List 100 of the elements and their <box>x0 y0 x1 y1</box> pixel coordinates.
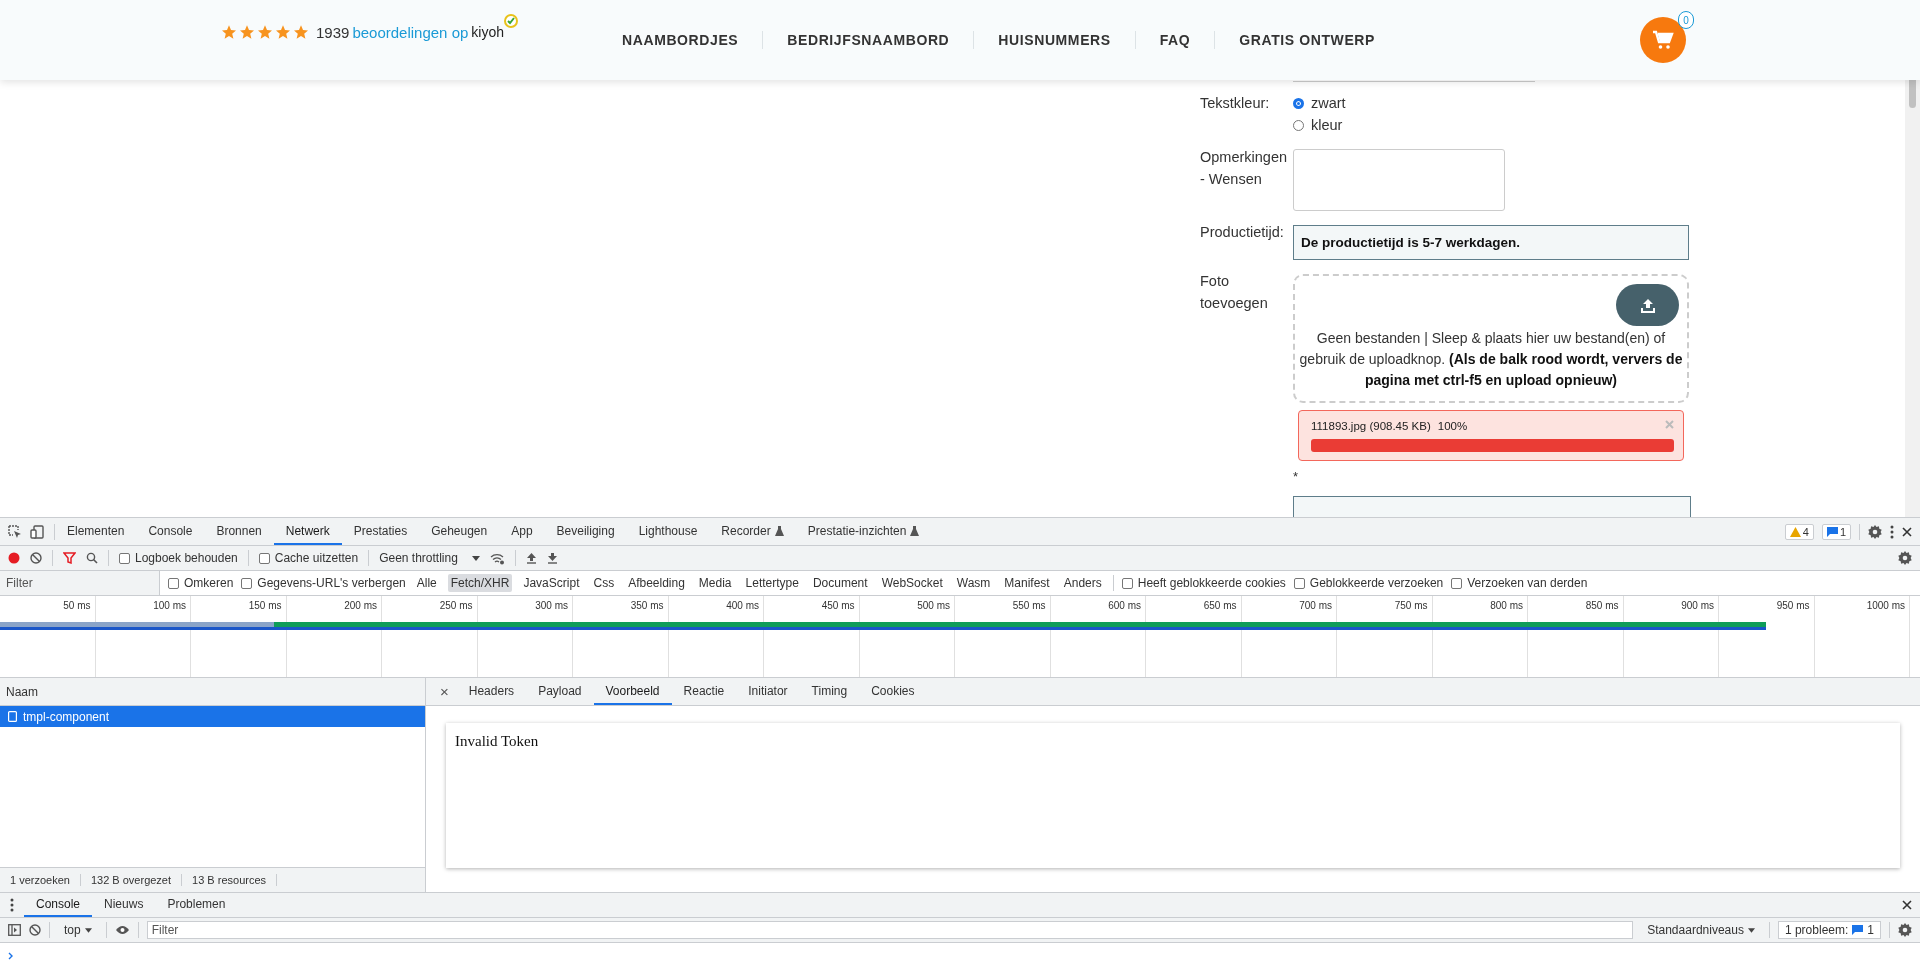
devtools-tab[interactable]: Bronnen <box>204 518 274 545</box>
settings-icon[interactable] <box>1898 923 1912 937</box>
wifi-gear-icon[interactable] <box>489 551 505 565</box>
type-filter-chip[interactable]: Media <box>695 574 735 592</box>
type-filter-chip[interactable]: Document <box>809 574 871 592</box>
checkbox[interactable] <box>1451 577 1463 589</box>
devtools-tab[interactable]: Lighthouse <box>626 518 710 545</box>
nav-link[interactable]: BEDRIJFSNAAMBORD <box>762 31 974 49</box>
devtools-tab[interactable]: Beveiliging <box>544 518 627 545</box>
file-icon <box>8 711 17 722</box>
type-filter-chip[interactable]: WebSocket <box>878 574 946 592</box>
search-icon[interactable] <box>86 552 98 564</box>
checkbox[interactable] <box>241 577 253 589</box>
detail-tab[interactable]: Cookies <box>859 678 927 705</box>
type-filter-chip[interactable]: Anders <box>1060 574 1105 592</box>
radio-button[interactable] <box>1293 119 1304 131</box>
eye-icon[interactable] <box>114 925 130 935</box>
type-filter-chip[interactable]: Afbeelding <box>625 574 688 592</box>
record-icon[interactable] <box>8 552 20 564</box>
scrollbar-thumb[interactable] <box>1909 80 1916 108</box>
type-filter-chip[interactable]: JavaScript <box>520 574 583 592</box>
drawer-tab[interactable]: Nieuws <box>92 893 156 917</box>
close-icon[interactable] <box>1902 526 1912 537</box>
upload-button[interactable] <box>1616 284 1679 326</box>
nav-link[interactable]: HUISNUMMERS <box>973 31 1135 49</box>
filter-icon[interactable] <box>63 552 76 564</box>
timeline-tick-label: 900 ms <box>1681 600 1714 611</box>
messages-counter[interactable]: 1 <box>1821 523 1851 540</box>
settings-icon[interactable] <box>1898 551 1912 565</box>
clear-icon[interactable] <box>29 924 41 936</box>
checkbox-label: Omkeren <box>184 576 234 590</box>
detail-tab[interactable]: Voorbeeld <box>593 678 672 705</box>
type-filter-chip[interactable]: Css <box>590 574 618 592</box>
checkbox[interactable] <box>1293 577 1305 589</box>
message-icon <box>1826 526 1838 537</box>
download-icon[interactable] <box>546 552 558 564</box>
checkbox[interactable] <box>1121 577 1133 589</box>
throttling-select[interactable]: Geen throttling <box>379 551 480 565</box>
type-filter-chip[interactable]: Manifest <box>1001 574 1053 592</box>
star-icon <box>239 24 255 40</box>
upload-dropzone[interactable]: Geen bestanden | Sleep & plaats hier uw bestand(en) of gebruik de uploadknop. (Als de balk rood wordt, ververs de pagina met ctrl-f5 en upload opnieuw) <box>1293 274 1689 403</box>
filter-input[interactable]: Filter <box>0 571 160 595</box>
star-icon <box>275 24 291 40</box>
status-text: 132 B overgezet <box>80 874 183 886</box>
nav-link[interactable]: NAAMBORDJES <box>598 31 763 49</box>
console-filter-input[interactable]: Filter <box>146 921 1634 939</box>
detail-tab[interactable]: Timing <box>799 678 860 705</box>
detail-tab[interactable]: Payload <box>526 678 594 705</box>
devtools-tab[interactable]: App <box>499 518 545 545</box>
timeline-tick-label: 350 ms <box>630 600 664 611</box>
warnings-counter[interactable]: 4 <box>1784 523 1814 540</box>
timeline-tick-label: 50 ms <box>63 600 91 611</box>
settings-icon[interactable] <box>1868 524 1882 539</box>
close-icon[interactable] <box>1902 900 1912 910</box>
detail-tab[interactable]: Headers <box>456 678 527 705</box>
devtools-tab[interactable]: Geheugen <box>419 518 500 545</box>
radio-button[interactable] <box>1293 97 1304 109</box>
detail-tab[interactable]: Reactie <box>671 678 737 705</box>
sidebar-toggle-icon[interactable] <box>8 924 21 936</box>
devtools-tab[interactable]: Prestaties <box>341 518 420 545</box>
levels-select[interactable]: Standaardniveaus <box>1641 923 1761 937</box>
context-select[interactable]: top <box>58 923 98 937</box>
star-icon <box>257 24 273 40</box>
timeline-tick-label: 750 ms <box>1394 600 1428 611</box>
type-filter-chip[interactable]: Alle <box>413 574 440 592</box>
checkbox[interactable] <box>168 577 179 589</box>
close-panel-button[interactable]: × <box>432 683 457 700</box>
devtools-tab[interactable]: Console <box>136 518 205 545</box>
star-icon <box>293 24 309 40</box>
nav-link[interactable]: FAQ <box>1134 31 1215 49</box>
devtools-tab[interactable]: Elementen <box>55 518 137 545</box>
more-options-icon[interactable] <box>1890 524 1894 539</box>
upload-icon <box>1639 297 1656 313</box>
radio-label: kleur <box>1311 117 1343 133</box>
timeline-tick-label: 950 ms <box>1776 600 1810 611</box>
timeline-tick-label: 550 ms <box>1012 600 1046 611</box>
inspect-icon[interactable] <box>8 524 22 539</box>
timeline-tick-label: 150 ms <box>248 600 282 611</box>
type-filter-chip[interactable]: Fetch/XHR <box>447 574 513 592</box>
timeline-tick-label: 700 ms <box>1299 600 1332 611</box>
device-toolbar-icon[interactable] <box>30 524 44 539</box>
more-options-icon[interactable] <box>10 898 14 912</box>
upload-icon[interactable] <box>525 552 537 564</box>
type-filter-chip[interactable]: Wasm <box>953 574 994 592</box>
drawer-tab[interactable]: Problemen <box>155 893 238 917</box>
request-row[interactable]: tmpl-component <box>0 706 425 727</box>
timeline-tick-label: 500 ms <box>917 600 950 611</box>
upload-instructions: Geen bestanden | Sleep & plaats hier uw bestand(en) of gebruik de uploadknop. (Als de balk rood wordt, ververs de pagina met ctrl-f5 en upload opnieuw) <box>1298 329 1684 390</box>
devtools-tab[interactable]: Prestatie-inzichten <box>795 518 932 545</box>
clear-icon[interactable] <box>30 552 42 564</box>
type-filter-chip[interactable]: Lettertype <box>742 574 802 592</box>
devtools-tab[interactable]: Recorder <box>709 518 796 545</box>
detail-tab[interactable]: Initiator <box>736 678 800 705</box>
checkbox[interactable] <box>258 552 270 564</box>
radio-label: zwart <box>1311 95 1346 111</box>
issues-button[interactable]: 1 probleem: 1 <box>1777 921 1881 939</box>
checkbox[interactable] <box>119 552 130 564</box>
brand-name: kiyoh <box>471 24 504 40</box>
column-header[interactable]: Naam <box>0 678 425 706</box>
nav-link[interactable]: GRATIS ONTWERP <box>1214 31 1400 49</box>
